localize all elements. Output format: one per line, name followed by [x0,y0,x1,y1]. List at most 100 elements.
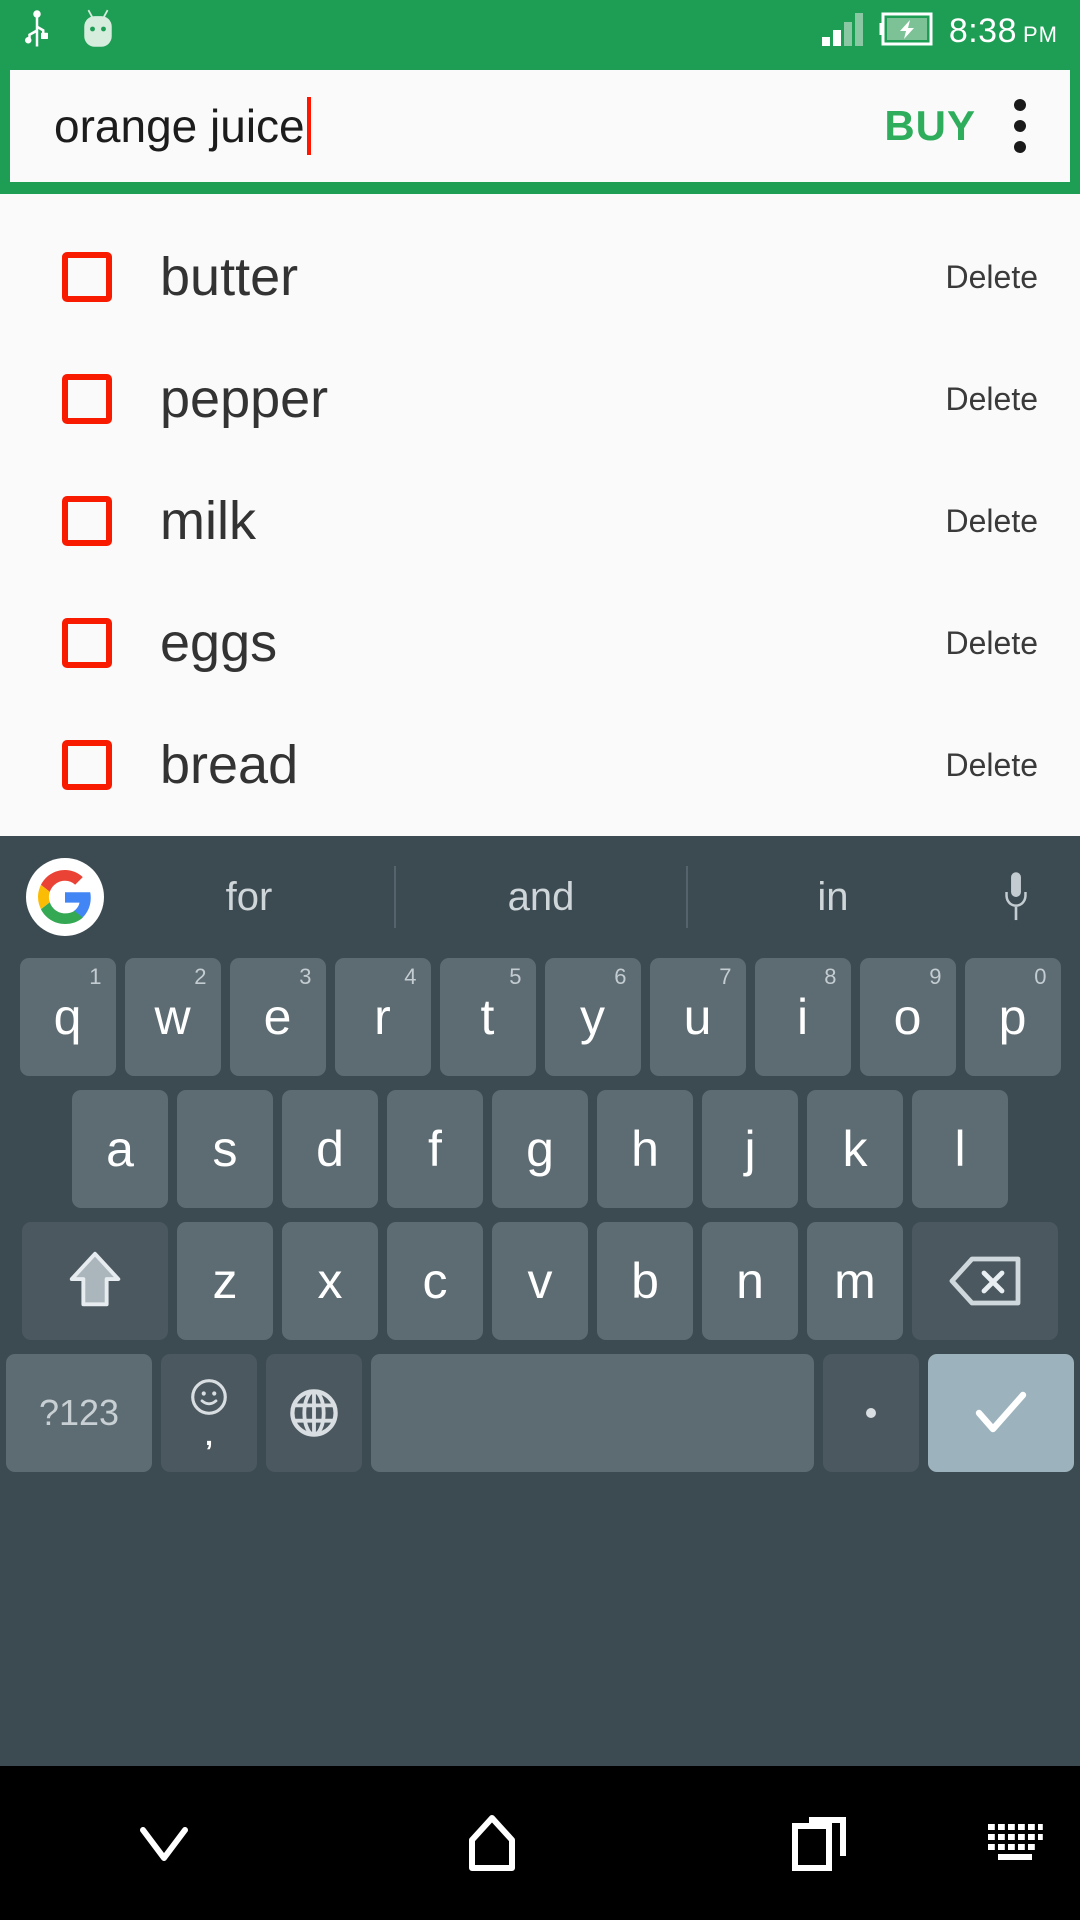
table-row[interactable]: bread Delete [0,704,1080,826]
status-bar: 8:38 PM [0,0,1080,62]
key-n[interactable]: n [702,1222,798,1340]
table-row[interactable]: eggs Delete [0,582,1080,704]
item-checkbox[interactable] [62,374,112,424]
key-label: t [480,989,495,1045]
suggestion-list: for and in [104,866,978,928]
shopping-list: butter Delete pepper Delete milk Delete … [0,194,1080,836]
buy-button[interactable]: BUY [874,102,986,150]
key-label: y [580,989,605,1045]
key-superscript: 0 [1034,964,1047,989]
hide-keyboard-icon[interactable] [0,1822,328,1864]
key-superscript: 5 [509,964,522,989]
key-p[interactable]: 0p [964,958,1061,1076]
period-key[interactable] [823,1354,919,1472]
enter-key[interactable] [928,1354,1074,1472]
delete-button[interactable]: Delete [946,747,1039,784]
key-c[interactable]: c [387,1222,483,1340]
keyboard-row-3: z x c v b n m [0,1222,1080,1340]
key-m[interactable]: m [807,1222,903,1340]
key-d[interactable]: d [282,1090,378,1208]
item-input-text-wrapper[interactable]: orange juice [54,97,874,155]
key-k[interactable]: k [807,1090,903,1208]
delete-button[interactable]: Delete [946,503,1039,540]
item-input-field[interactable]: orange juice BUY [10,70,1070,182]
item-checkbox[interactable] [62,618,112,668]
key-j[interactable]: j [702,1090,798,1208]
item-checkbox[interactable] [62,740,112,790]
key-i[interactable]: 8i [754,958,851,1076]
key-b[interactable]: b [597,1222,693,1340]
keyboard-switch-icon[interactable] [984,1818,1080,1869]
key-t[interactable]: 5t [439,958,536,1076]
clock-time: 8:38 [948,11,1017,50]
key-r[interactable]: 4r [334,958,431,1076]
key-superscript: 6 [614,964,627,989]
key-a[interactable]: a [72,1090,168,1208]
key-v[interactable]: v [492,1222,588,1340]
overflow-menu-icon[interactable] [986,89,1044,163]
kebab-dot [1014,99,1026,111]
key-w[interactable]: 2w [124,958,221,1076]
key-u[interactable]: 7u [649,958,746,1076]
emoji-icon[interactable]: , [161,1354,257,1472]
key-h[interactable]: h [597,1090,693,1208]
clock-ampm: PM [1023,21,1058,47]
status-bar-left-icons [22,8,118,55]
status-bar-right-icons: 8:38 PM [821,11,1058,52]
item-name: bread [160,735,299,795]
key-label: e [263,989,292,1045]
key-s[interactable]: s [177,1090,273,1208]
key-label: o [893,989,922,1045]
key-label: w [154,989,191,1045]
key-superscript: 7 [719,964,732,989]
key-o[interactable]: 9o [859,958,956,1076]
key-label: r [374,989,391,1045]
table-row[interactable]: pepper Delete [0,338,1080,460]
suggestion-chip[interactable]: for [104,875,394,920]
key-label: p [998,989,1027,1045]
keyboard-row-1: 1q 2w 3e 4r 5t 6y 7u 8i 9o 0p [0,958,1080,1076]
item-checkbox[interactable] [62,252,112,302]
backspace-icon[interactable] [912,1222,1058,1340]
shift-icon[interactable] [22,1222,168,1340]
key-g[interactable]: g [492,1090,588,1208]
key-e[interactable]: 3e [229,958,326,1076]
text-cursor [306,97,311,155]
key-f[interactable]: f [387,1090,483,1208]
item-name: pepper [160,369,329,429]
key-x[interactable]: x [282,1222,378,1340]
space-key[interactable] [371,1354,814,1472]
signal-icon [821,11,865,52]
battery-charging-icon [879,12,935,51]
key-label: u [683,989,712,1045]
globe-icon[interactable] [266,1354,362,1472]
home-icon[interactable] [328,1814,656,1872]
delete-button[interactable]: Delete [946,625,1039,662]
item-checkbox[interactable] [62,496,112,546]
key-z[interactable]: z [177,1222,273,1340]
key-q[interactable]: 1q [19,958,116,1076]
app-bar: orange juice BUY [0,62,1080,194]
delete-button[interactable]: Delete [946,259,1039,296]
recents-icon[interactable] [656,1814,984,1872]
key-y[interactable]: 6y [544,958,641,1076]
keyboard-row-2: a s d f g h j k l [0,1090,1080,1208]
virtual-keyboard: for and in 1q 2w 3e 4r 5 t 6 y 7 u 8 i 9… [0,836,1080,1766]
suggestion-chip[interactable]: and [396,875,686,920]
key-superscript: 4 [404,964,417,989]
table-row[interactable]: milk Delete [0,460,1080,582]
status-bar-clock: 8:38 PM [949,12,1058,51]
suggestion-chip[interactable]: in [688,875,978,920]
item-name: milk [160,491,256,551]
period-dot [866,1408,876,1418]
keyboard-row-4: ?123 , [0,1354,1080,1472]
table-row[interactable]: butter Delete [0,216,1080,338]
suggestion-bar: for and in [0,836,1080,958]
microphone-icon[interactable] [978,869,1054,925]
delete-button[interactable]: Delete [946,381,1039,418]
key-superscript: 2 [194,964,207,989]
symbols-key[interactable]: ?123 [6,1354,152,1472]
key-l[interactable]: l [912,1090,1008,1208]
google-g-logo-icon[interactable] [26,858,104,936]
key-label: i [796,989,809,1045]
